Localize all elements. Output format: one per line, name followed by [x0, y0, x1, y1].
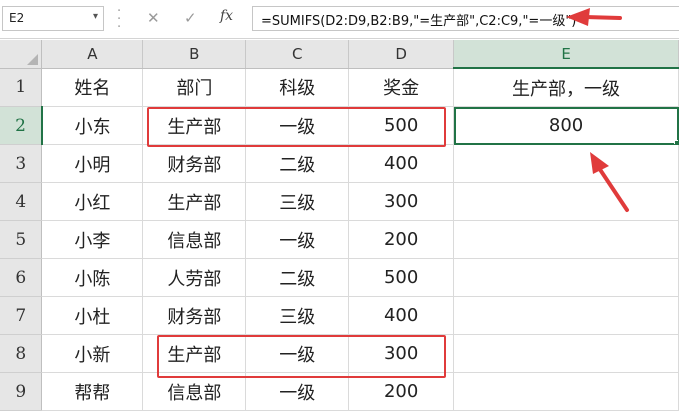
- cell-e6[interactable]: [453, 258, 679, 297]
- row-header-7[interactable]: 7: [0, 296, 43, 335]
- cell-b9[interactable]: 信息部: [142, 372, 247, 411]
- cell-b4[interactable]: 生产部: [142, 182, 247, 221]
- insert-function-icon[interactable]: fx: [220, 8, 233, 24]
- cell-d9[interactable]: 200: [348, 372, 455, 411]
- chevron-down-icon[interactable]: ▾: [93, 11, 98, 22]
- row-header-1[interactable]: 1: [0, 68, 43, 107]
- cell-d3[interactable]: 400: [348, 144, 455, 183]
- formula-text: =SUMIFS(D2:D9,B2:B9,"=生产部",C2:C9,"=一级"): [261, 14, 577, 29]
- spreadsheet-grid: A B C D E 1 姓名 部门 科级 奖金 生产部，一级 2 小东 生产部 …: [0, 40, 679, 411]
- formula-input[interactable]: =SUMIFS(D2:D9,B2:B9,"=生产部",C2:C9,"=一级"): [252, 6, 679, 31]
- name-box[interactable]: E2 ▾: [2, 6, 104, 31]
- column-header-e[interactable]: E: [453, 40, 679, 69]
- table-row: 5 小李 信息部 一级 200: [0, 220, 679, 259]
- cell-c4[interactable]: 三级: [245, 182, 350, 221]
- column-header-a[interactable]: A: [41, 40, 144, 69]
- cell-a9[interactable]: 帮帮: [41, 372, 144, 411]
- row-header-6[interactable]: 6: [0, 258, 43, 297]
- cell-c2[interactable]: 一级: [245, 106, 350, 145]
- cell-d1[interactable]: 奖金: [348, 68, 455, 107]
- cell-e1[interactable]: 生产部，一级: [453, 68, 679, 107]
- cell-b1[interactable]: 部门: [142, 68, 247, 107]
- row-header-4[interactable]: 4: [0, 182, 43, 221]
- row-header-2[interactable]: 2: [0, 106, 43, 145]
- cell-b8[interactable]: 生产部: [142, 334, 247, 373]
- cell-e5[interactable]: [453, 220, 679, 259]
- row-header-9[interactable]: 9: [0, 372, 43, 411]
- cell-c1[interactable]: 科级: [245, 68, 350, 107]
- name-box-value: E2: [9, 11, 25, 25]
- column-header-b[interactable]: B: [142, 40, 247, 69]
- drag-handle-icon[interactable]: · · ·: [117, 5, 121, 34]
- cell-e2[interactable]: 800: [453, 106, 679, 145]
- table-row: 7 小杜 财务部 三级 400: [0, 296, 679, 335]
- cell-b7[interactable]: 财务部: [142, 296, 247, 335]
- cell-d5[interactable]: 200: [348, 220, 455, 259]
- cell-e3[interactable]: [453, 144, 679, 183]
- cell-d4[interactable]: 300: [348, 182, 455, 221]
- cell-b3[interactable]: 财务部: [142, 144, 247, 183]
- table-row: 4 小红 生产部 三级 300: [0, 182, 679, 221]
- cell-a5[interactable]: 小李: [41, 220, 144, 259]
- cell-c5[interactable]: 一级: [245, 220, 350, 259]
- confirm-icon[interactable]: ✓: [184, 9, 197, 27]
- cell-d2[interactable]: 500: [348, 106, 455, 145]
- cell-a7[interactable]: 小杜: [41, 296, 144, 335]
- select-all-button[interactable]: [0, 40, 43, 69]
- cell-a2[interactable]: 小东: [41, 106, 144, 145]
- row-header-8[interactable]: 8: [0, 334, 43, 373]
- cell-b5[interactable]: 信息部: [142, 220, 247, 259]
- formula-bar: E2 ▾ · · · ✕ ✓ fx =SUMIFS(D2:D9,B2:B9,"=生产…: [0, 0, 679, 39]
- cell-c7[interactable]: 三级: [245, 296, 350, 335]
- column-header-d[interactable]: D: [348, 40, 455, 69]
- cell-c9[interactable]: 一级: [245, 372, 350, 411]
- cell-d7[interactable]: 400: [348, 296, 455, 335]
- cell-d6[interactable]: 500: [348, 258, 455, 297]
- cell-e7[interactable]: [453, 296, 679, 335]
- cell-a1[interactable]: 姓名: [41, 68, 144, 107]
- row-header-3[interactable]: 3: [0, 144, 43, 183]
- cell-e4[interactable]: [453, 182, 679, 221]
- cell-e9[interactable]: [453, 372, 679, 411]
- cell-c6[interactable]: 二级: [245, 258, 350, 297]
- table-row: 8 小新 生产部 一级 300: [0, 334, 679, 373]
- table-row: 2 小东 生产部 一级 500 800: [0, 106, 679, 145]
- row-header-5[interactable]: 5: [0, 220, 43, 259]
- cell-b6[interactable]: 人劳部: [142, 258, 247, 297]
- cell-b2[interactable]: 生产部: [142, 106, 247, 145]
- table-row: 3 小明 财务部 二级 400: [0, 144, 679, 183]
- column-header-c[interactable]: C: [245, 40, 350, 69]
- table-row: 6 小陈 人劳部 二级 500: [0, 258, 679, 297]
- cell-d8[interactable]: 300: [348, 334, 455, 373]
- cell-e8[interactable]: [453, 334, 679, 373]
- divider: [0, 38, 679, 39]
- table-row: 9 帮帮 信息部 一级 200: [0, 372, 679, 411]
- cell-a6[interactable]: 小陈: [41, 258, 144, 297]
- cell-c3[interactable]: 二级: [245, 144, 350, 183]
- table-row: 1 姓名 部门 科级 奖金 生产部，一级: [0, 68, 679, 107]
- cell-a3[interactable]: 小明: [41, 144, 144, 183]
- cell-a8[interactable]: 小新: [41, 334, 144, 373]
- cell-c8[interactable]: 一级: [245, 334, 350, 373]
- cancel-icon[interactable]: ✕: [147, 9, 160, 27]
- column-header-row: A B C D E: [0, 40, 679, 69]
- cell-a4[interactable]: 小红: [41, 182, 144, 221]
